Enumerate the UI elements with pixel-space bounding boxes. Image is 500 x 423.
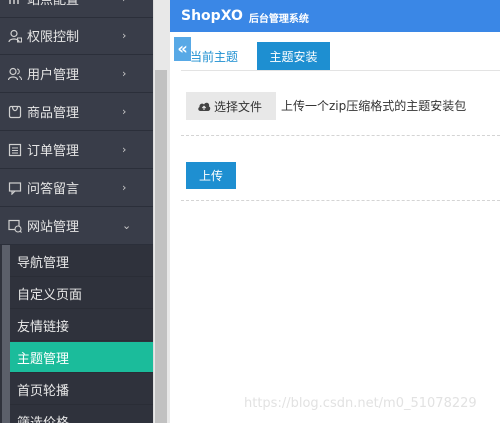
tabs-divider	[181, 70, 500, 71]
sidebar-item-label: 权限控制	[27, 30, 80, 45]
submenu-indicator-bar	[2, 245, 10, 423]
chevron-right-icon: ›	[122, 181, 127, 194]
sidebar-item-users[interactable]: 用户管理 ›	[0, 55, 153, 93]
submenu-item-links[interactable]: 友情链接	[10, 310, 153, 341]
sidebar-item-label: 站点配置	[27, 0, 80, 8]
submenu-item-custom-page[interactable]: 自定义页面	[10, 278, 153, 309]
sidebar-item-label: 商品管理	[27, 106, 80, 121]
chevron-right-icon: ›	[122, 67, 127, 80]
sidebar-item-permissions[interactable]: 权限控制 ›	[0, 17, 153, 55]
sidebar-item-label: 订单管理	[27, 144, 80, 159]
chevron-right-icon: ›	[122, 29, 127, 42]
choose-file-label: 选择文件	[214, 99, 263, 114]
tab-current-theme[interactable]: 当前主题	[190, 42, 250, 70]
submenu-item-themes[interactable]: 主题管理	[10, 342, 153, 373]
chevron-right-icon: ›	[122, 105, 127, 118]
sidebar-item-website[interactable]: 网站管理 ⌄	[0, 207, 153, 245]
submenu-item-home-slider[interactable]: 首页轮播	[10, 374, 153, 405]
divider	[181, 135, 500, 136]
chevron-right-icon: ›	[122, 0, 126, 5]
upload-submit-button[interactable]: 上传	[186, 162, 236, 189]
chevron-down-icon: ⌄	[122, 219, 132, 232]
chevron-double-left-icon[interactable]: «	[174, 37, 191, 61]
sidebar: 站点配置 › 权限控制 › 用户管理 › 商品管理 › 订单管理 › 问答留言 …	[0, 0, 153, 423]
list-icon	[8, 143, 22, 156]
sidebar-item-label: 用户管理	[27, 68, 80, 83]
cloud-upload-icon	[198, 102, 211, 111]
choose-file-button[interactable]: 选择文件	[186, 92, 276, 120]
bag-icon	[8, 105, 22, 118]
sidebar-item-label: 问答留言	[27, 182, 80, 197]
chat-icon	[8, 181, 22, 195]
divider	[181, 200, 500, 201]
brand-logo-text[interactable]: ShopXO	[181, 8, 243, 24]
watermark-text: https://blog.csdn.net/m0_51078229	[244, 396, 477, 411]
sidebar-item-orders[interactable]: 订单管理 ›	[0, 131, 153, 169]
sidebar-scrollbar-thumb[interactable]	[155, 70, 167, 423]
tab-install-theme[interactable]: 主题安装	[257, 42, 330, 70]
web-icon	[8, 219, 22, 233]
sidebar-item-label: 网站管理	[27, 220, 80, 235]
user-lock-icon	[8, 29, 22, 42]
sidebar-item-qa[interactable]: 问答留言 ›	[0, 169, 153, 207]
sidebar-item-goods[interactable]: 商品管理 ›	[0, 93, 153, 131]
chevron-right-icon: ›	[122, 143, 127, 156]
top-header: ShopXO 后台管理系统	[170, 0, 500, 32]
submenu-item-navigation[interactable]: 导航管理	[10, 246, 153, 277]
upload-hint: 上传一个zip压缩格式的主题安装包	[281, 99, 467, 113]
chart-icon	[9, 0, 19, 4]
users-icon	[8, 67, 22, 80]
submenu-item-price-filter[interactable]: 筛选价格	[10, 406, 153, 423]
brand-subtitle: 后台管理系统	[248, 13, 309, 25]
sidebar-item-site-config[interactable]: 站点配置 ›	[0, 0, 153, 18]
